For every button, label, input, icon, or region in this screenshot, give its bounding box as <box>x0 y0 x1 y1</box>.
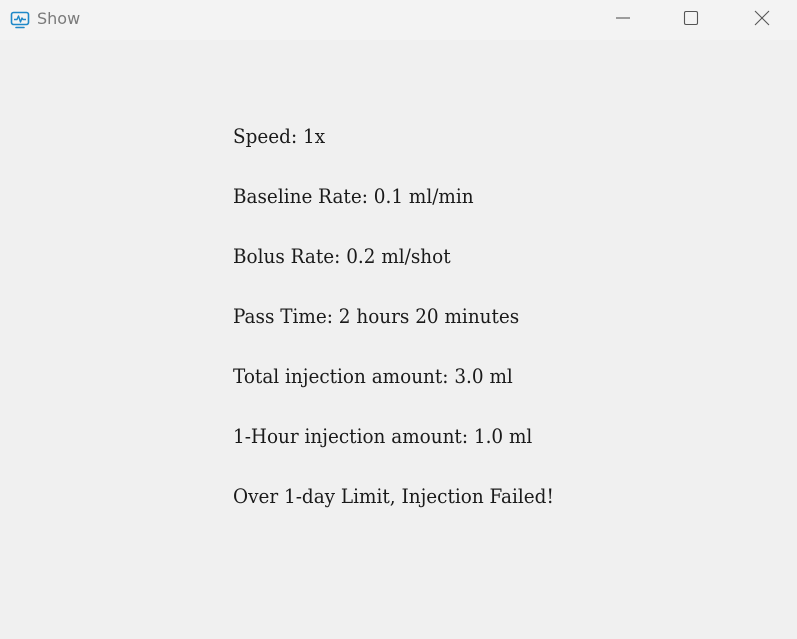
maximize-icon <box>683 10 699 31</box>
monitor-chart-icon <box>10 10 30 30</box>
total-injection-label: Total injection amount: 3.0 ml <box>233 364 513 388</box>
window-title: Show <box>37 9 81 28</box>
status-message: Over 1-day Limit, Injection Failed! <box>233 484 554 508</box>
app-window: Show Speed: 1x Baseline Rate: 0.1 ml/min… <box>0 0 797 639</box>
pass-time-label: Pass Time: 2 hours 20 minutes <box>233 304 520 328</box>
bolus-rate-label: Bolus Rate: 0.2 ml/shot <box>233 244 451 268</box>
close-icon <box>754 10 770 31</box>
hour-injection-label: 1-Hour injection amount: 1.0 ml <box>233 424 533 448</box>
baseline-rate-label: Baseline Rate: 0.1 ml/min <box>233 184 474 208</box>
minimize-button[interactable] <box>600 0 646 40</box>
title-bar[interactable]: Show <box>0 0 797 40</box>
maximize-button[interactable] <box>668 0 714 40</box>
minimize-icon <box>615 10 631 31</box>
close-button[interactable] <box>739 0 785 40</box>
speed-label: Speed: 1x <box>233 124 326 148</box>
